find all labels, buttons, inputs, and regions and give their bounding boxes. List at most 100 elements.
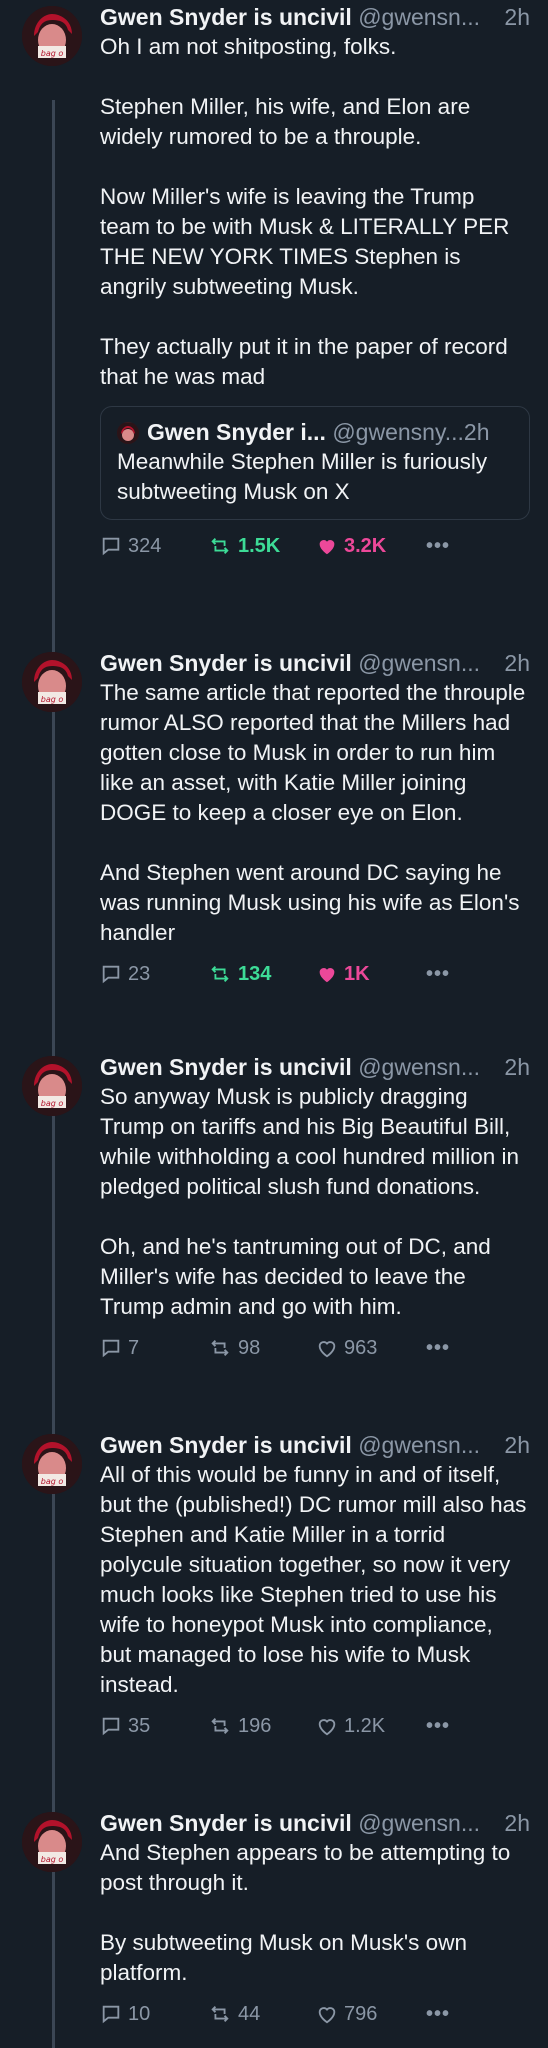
like-count: 796	[344, 2003, 378, 2025]
post-body: Gwen Snyder is uncivil @gwensn... 2h And…	[100, 1808, 530, 2034]
post-paragraph: All of this would be funny in and of its…	[100, 1462, 527, 1697]
avatar-image: bag o	[22, 1056, 82, 1116]
author-name[interactable]: Gwen Snyder is uncivil	[100, 1054, 352, 1080]
post-header: Gwen Snyder is uncivil @gwensn... 2h	[100, 1430, 530, 1460]
post-text: Oh I am not shitposting, folks. Stephen M…	[100, 32, 530, 392]
reply-button[interactable]: 324	[100, 532, 161, 560]
post-body: Gwen Snyder is uncivil @gwensn... 2h The…	[100, 648, 530, 994]
post-paragraph: Stephen Miller, his wife, and Elon are w…	[100, 94, 471, 149]
repost-count: 44	[238, 2003, 261, 2025]
quoted-author-name[interactable]: Gwen Snyder i...	[147, 419, 326, 445]
reply-count: 23	[128, 963, 151, 985]
post-actions: 7 98 963 •••	[100, 1328, 530, 1368]
repost-button[interactable]: 196	[208, 1712, 271, 1740]
post-paragraph: And Stephen went around DC saying he was…	[100, 860, 520, 945]
repost-button[interactable]: 44	[208, 2000, 260, 2028]
reply-icon	[100, 2003, 128, 2025]
reply-button[interactable]: 7	[100, 1334, 139, 1362]
repost-button[interactable]: 134	[208, 960, 271, 988]
repost-count: 134	[238, 963, 272, 985]
heart-icon	[316, 2003, 344, 2025]
quoted-time: 2h	[463, 419, 490, 445]
like-count: 963	[344, 1337, 378, 1359]
avatar[interactable]: bag o	[22, 1434, 82, 1494]
avatar-image: bag o	[22, 1812, 82, 1872]
svg-text:bag o: bag o	[41, 1855, 64, 1864]
repost-icon	[208, 1337, 238, 1359]
avatar[interactable]: bag o	[22, 6, 82, 66]
post-text: All of this would be funny in and of its…	[100, 1460, 530, 1700]
author-name[interactable]: Gwen Snyder is uncivil	[100, 650, 352, 676]
quoted-avatar[interactable]	[117, 422, 139, 444]
quoted-post[interactable]: Gwen Snyder i... @gwensny...2h Meanwhile…	[100, 406, 530, 520]
repost-count: 98	[238, 1337, 261, 1359]
post-time: 2h	[504, 1432, 530, 1458]
reply-icon	[100, 963, 128, 985]
repost-icon	[208, 1715, 238, 1737]
author-name[interactable]: Gwen Snyder is uncivil	[100, 1432, 352, 1458]
like-button[interactable]: 963	[316, 1334, 377, 1362]
author-handle: @gwensn...	[358, 1432, 480, 1458]
avatar[interactable]: bag o	[22, 1056, 82, 1116]
like-button[interactable]: 796	[316, 2000, 377, 2028]
more-options-button[interactable]: •••	[426, 532, 450, 560]
more-options-button[interactable]: •••	[426, 1712, 450, 1740]
post-body: Gwen Snyder is uncivil @gwensn... 2h So …	[100, 1052, 530, 1368]
like-button[interactable]: 1.2K	[316, 1712, 385, 1740]
post-body: Gwen Snyder is uncivil @gwensn... 2h Oh …	[100, 2, 530, 566]
reply-count: 35	[128, 1715, 151, 1737]
thread-feed: bag o Gwen Snyder is uncivil @gwensn... …	[0, 0, 548, 2048]
post-actions: 35 196 1.2K •••	[100, 1706, 530, 1746]
heart-icon	[316, 535, 344, 557]
reply-icon	[100, 535, 128, 557]
post-paragraph: The same article that reported the throu…	[100, 680, 526, 825]
post-actions: 324 1.5K 3.2K •••	[100, 526, 530, 566]
author-handle: @gwensn...	[358, 1054, 480, 1080]
reply-icon	[100, 1715, 128, 1737]
more-options-button[interactable]: •••	[426, 2000, 450, 2028]
svg-text:bag o: bag o	[41, 49, 64, 58]
svg-text:bag o: bag o	[41, 695, 64, 704]
post-header: Gwen Snyder is uncivil @gwensn... 2h	[100, 2, 530, 32]
reply-count: 7	[128, 1337, 140, 1359]
reply-icon	[100, 1337, 128, 1359]
post-time: 2h	[504, 1810, 530, 1836]
repost-icon	[208, 963, 238, 985]
repost-count: 1.5K	[238, 535, 281, 557]
reply-button[interactable]: 35	[100, 1712, 150, 1740]
post-time: 2h	[504, 4, 530, 30]
more-options-button[interactable]: •••	[426, 960, 450, 988]
repost-button[interactable]: 1.5K	[208, 532, 280, 560]
post-text: So anyway Musk is publicly dragging Trum…	[100, 1082, 530, 1322]
post-paragraph: Oh I am not shitposting, folks.	[100, 34, 397, 59]
avatar[interactable]: bag o	[22, 1812, 82, 1872]
avatar[interactable]: bag o	[22, 652, 82, 712]
like-count: 1.2K	[344, 1715, 386, 1737]
post-paragraph: So anyway Musk is publicly dragging Trum…	[100, 1084, 519, 1199]
repost-count: 196	[238, 1715, 272, 1737]
post-paragraph: Now Miller's wife is leaving the Trump t…	[100, 184, 510, 299]
repost-button[interactable]: 98	[208, 1334, 260, 1362]
author-handle: @gwensn...	[358, 4, 480, 30]
reply-count: 10	[128, 2003, 151, 2025]
heart-icon	[316, 1715, 344, 1737]
like-button[interactable]: 1K	[316, 960, 370, 988]
post-time: 2h	[504, 1054, 530, 1080]
author-name[interactable]: Gwen Snyder is uncivil	[100, 1810, 352, 1836]
quoted-author-handle: @gwensny...	[332, 419, 464, 445]
post-time: 2h	[504, 650, 530, 676]
post-actions: 23 134 1K •••	[100, 954, 530, 994]
author-name[interactable]: Gwen Snyder is uncivil	[100, 4, 352, 30]
post-text: And Stephen appears to be attempting to …	[100, 1838, 530, 1988]
post-paragraph: Oh, and he's tantruming out of DC, and M…	[100, 1234, 491, 1319]
reply-button[interactable]: 23	[100, 960, 150, 988]
post-header: Gwen Snyder is uncivil @gwensn... 2h	[100, 648, 530, 678]
quoted-post-header: Gwen Snyder i... @gwensny...2h	[117, 417, 513, 447]
author-handle: @gwensn...	[358, 650, 480, 676]
post-text: The same article that reported the throu…	[100, 678, 530, 948]
more-options-button[interactable]: •••	[426, 1334, 450, 1362]
reply-button[interactable]: 10	[100, 2000, 150, 2028]
post-header: Gwen Snyder is uncivil @gwensn... 2h	[100, 1808, 530, 1838]
heart-icon	[316, 963, 344, 985]
like-button[interactable]: 3.2K	[316, 532, 386, 560]
